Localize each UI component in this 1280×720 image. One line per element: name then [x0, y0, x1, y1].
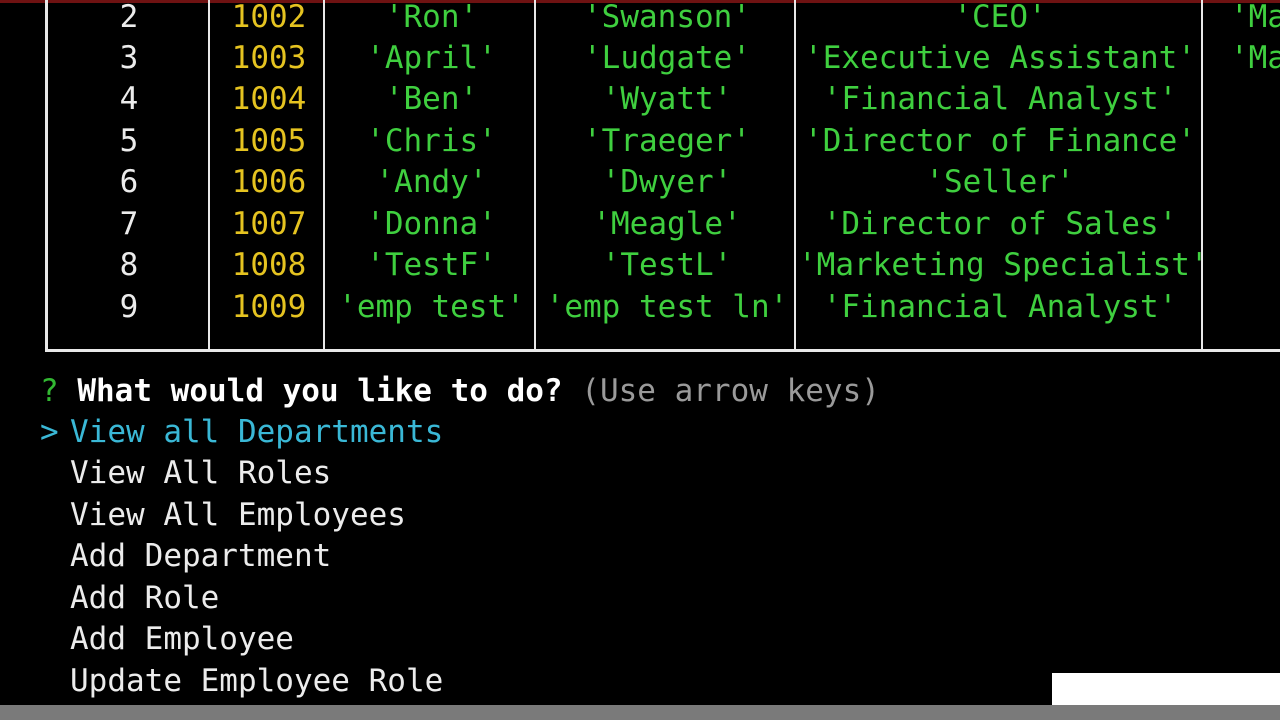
role-title: 'CEO' [953, 0, 1047, 35]
role-title: 'Financial Analyst' [822, 81, 1178, 117]
table-row: 5 1005 'Chris' 'Traeger' 'Director of Fi… [48, 121, 1280, 162]
manager [1206, 162, 1280, 203]
row-index: 3 [119, 40, 139, 76]
last-name: 'Swanson' [583, 0, 751, 35]
row-index: 5 [119, 123, 139, 159]
menu-choice-label: Add Employee [70, 621, 294, 657]
first-name: 'Ben' [384, 81, 479, 117]
first-name: 'Ron' [384, 0, 479, 35]
manager [1206, 245, 1280, 286]
employee-id: 1009 [231, 289, 307, 325]
role-title: 'Financial Analyst' [822, 289, 1178, 325]
first-name: 'Andy' [375, 164, 488, 200]
row-index: 9 [119, 289, 139, 325]
selection-pointer-icon: > [40, 414, 59, 450]
first-name: 'April' [366, 40, 497, 76]
role-title: 'Executive Assistant' [804, 40, 1196, 76]
role-title: 'Seller' [925, 164, 1075, 200]
last-name: 'emp test ln' [545, 289, 789, 325]
employee-id: 1004 [231, 81, 307, 117]
table-row: 4 1004 'Ben' 'Wyatt' 'Financial Analyst' [48, 79, 1280, 120]
menu-choice-view-all-employees[interactable]: View All Employees [40, 495, 406, 536]
manager [1206, 79, 1280, 120]
menu-choice-view-all-departments[interactable]: > View all Departments [40, 412, 443, 453]
manager [1206, 121, 1280, 162]
menu-choice-label: Update Employee Role [70, 663, 444, 699]
menu-choice-label: View all Departments [70, 414, 444, 450]
menu-choice-label: Add Role [70, 580, 220, 616]
row-index: 4 [119, 81, 139, 117]
overlay-block [1052, 673, 1280, 705]
last-name: 'Meagle' [592, 206, 742, 242]
table-row: 6 1006 'Andy' 'Dwyer' 'Seller' [48, 162, 1280, 203]
prompt-hint: (Use arrow keys) [581, 373, 880, 409]
employee-id: 1006 [231, 164, 307, 200]
table-row: 9 1009 'emp test' 'emp test ln' 'Financi… [48, 287, 1280, 328]
first-name: 'TestF' [366, 247, 497, 283]
question-mark-icon: ? [40, 373, 59, 409]
first-name: 'Chris' [366, 123, 497, 159]
last-name: 'Wyatt' [601, 81, 733, 117]
role-title: 'Director of Finance' [804, 123, 1196, 159]
row-index: 7 [119, 206, 139, 242]
horizontal-scrollbar[interactable] [0, 705, 1280, 720]
employee-id: 1007 [231, 206, 307, 242]
manager: 'Ma [1230, 0, 1280, 35]
employee-table: 2 1002 'Ron' 'Swanson' 'CEO' 'Ma 3 1003 … [45, 0, 1280, 352]
last-name: 'Ludgate' [583, 40, 751, 76]
first-name: 'emp test' [338, 289, 525, 325]
menu-choice-add-employee[interactable]: Add Employee [40, 619, 294, 660]
table-row: 2 1002 'Ron' 'Swanson' 'CEO' 'Ma [48, 0, 1280, 38]
employee-id: 1008 [231, 247, 307, 283]
prompt-line: ? What would you like to do? (Use arrow … [40, 369, 880, 413]
role-title: 'Director of Sales' [822, 206, 1178, 242]
manager [1206, 287, 1280, 328]
row-index: 6 [119, 164, 139, 200]
manager: 'Ma [1230, 40, 1280, 76]
first-name: 'Donna' [366, 206, 497, 242]
row-index: 2 [119, 0, 139, 35]
menu-choice-view-all-roles[interactable]: View All Roles [40, 453, 331, 494]
employee-id: 1002 [231, 0, 307, 35]
menu-choice-add-department[interactable]: Add Department [40, 536, 331, 577]
last-name: 'TestL' [601, 247, 733, 283]
last-name: 'Traeger' [583, 123, 751, 159]
menu-choice-label: View All Employees [70, 497, 406, 533]
table-row: 3 1003 'April' 'Ludgate' 'Executive Assi… [48, 38, 1280, 79]
employee-id: 1003 [231, 40, 307, 76]
role-title: 'Marketing Specialist' [798, 247, 1209, 283]
menu-choice-add-role[interactable]: Add Role [40, 578, 219, 619]
menu-choice-label: Add Department [70, 538, 332, 574]
last-name: 'Dwyer' [601, 164, 733, 200]
row-index: 8 [119, 247, 139, 283]
prompt-question: What would you like to do? [77, 373, 563, 409]
manager [1206, 204, 1280, 245]
menu-choice-update-employee-role[interactable]: Update Employee Role [40, 661, 443, 702]
table-row: 7 1007 'Donna' 'Meagle' 'Director of Sal… [48, 204, 1280, 245]
table-row: 8 1008 'TestF' 'TestL' 'Marketing Specia… [48, 245, 1280, 286]
employee-id: 1005 [231, 123, 307, 159]
menu-choice-label: View All Roles [70, 455, 332, 491]
